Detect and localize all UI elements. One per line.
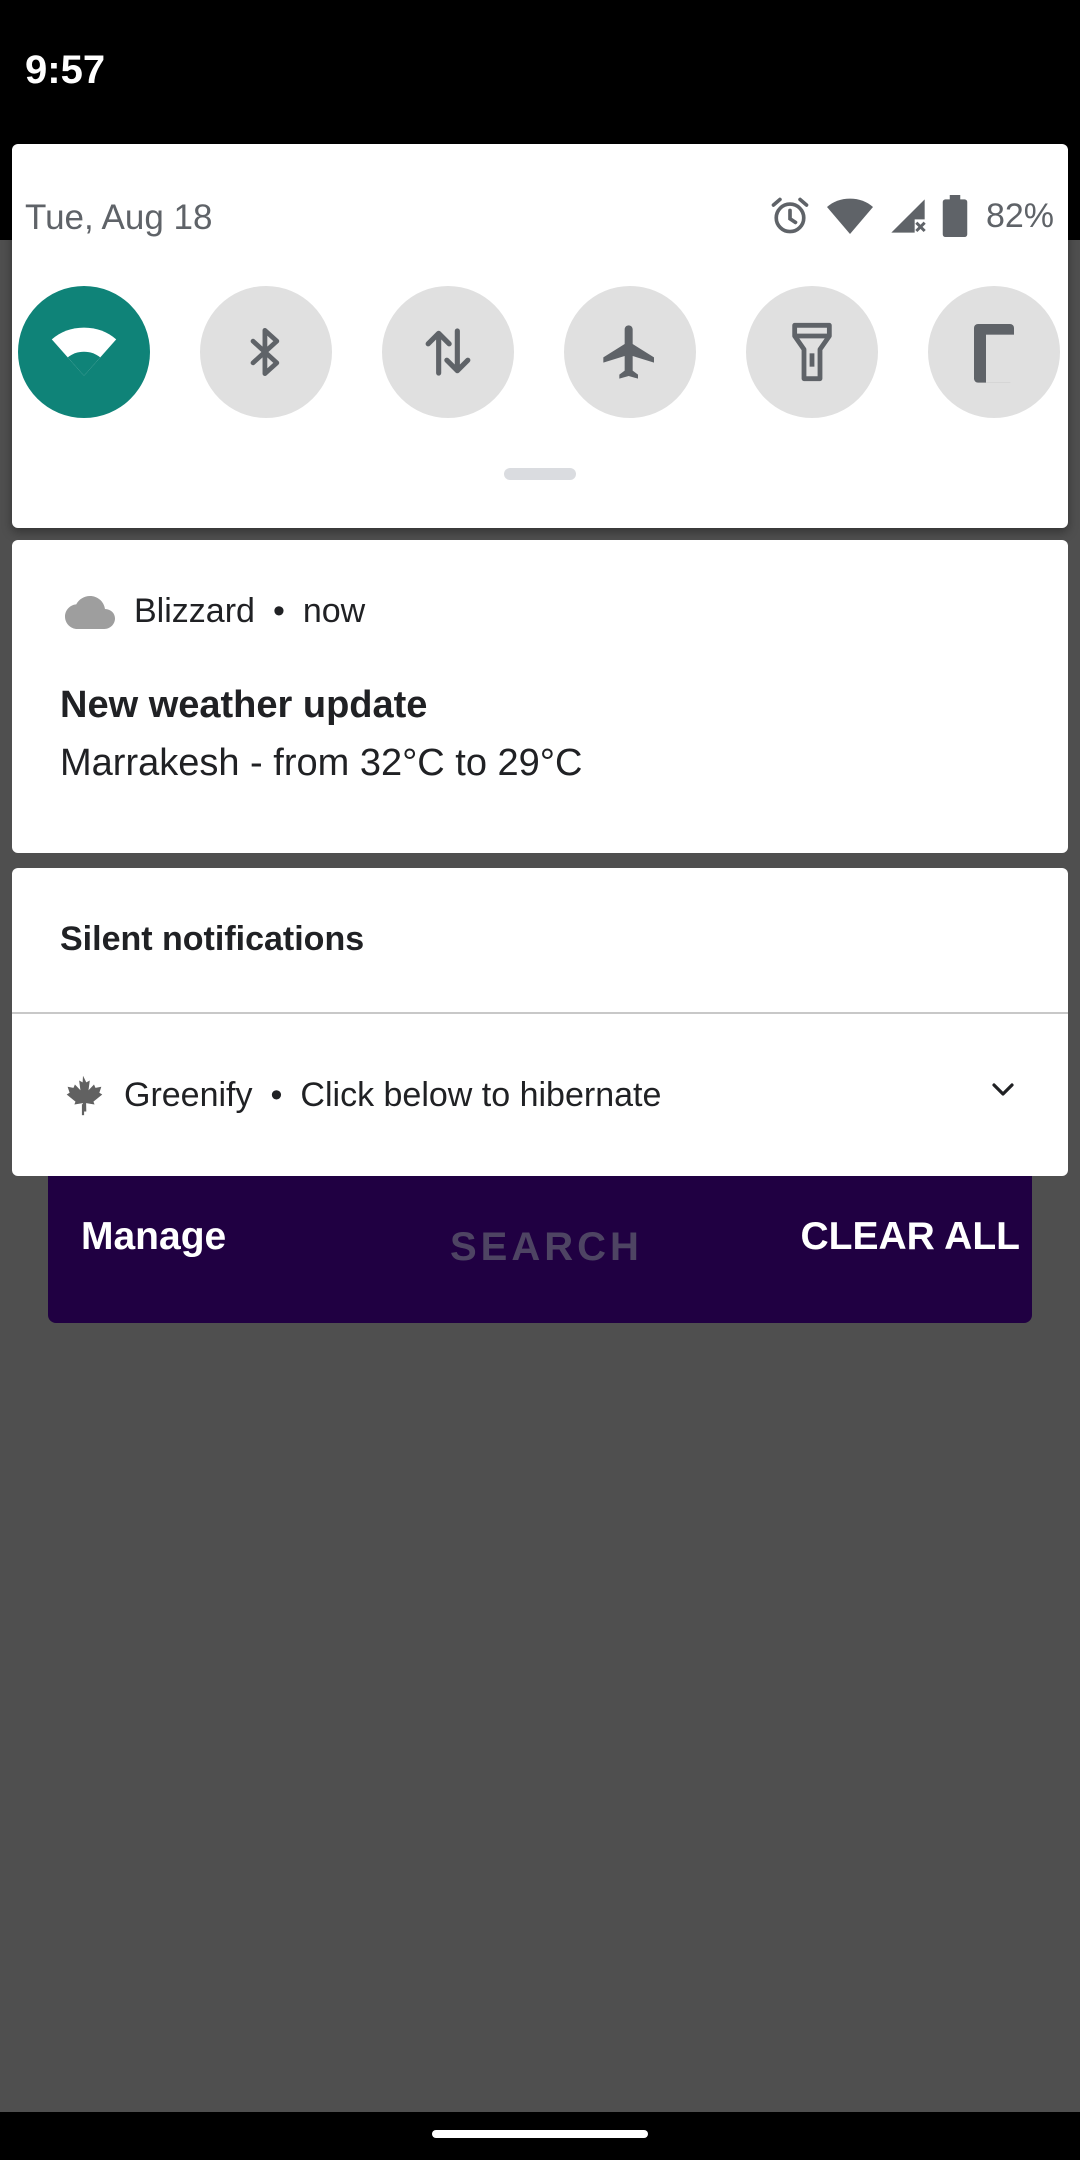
chevron-down-icon[interactable] bbox=[990, 1080, 1016, 1098]
cloud-icon bbox=[65, 595, 115, 629]
divider bbox=[12, 1012, 1068, 1014]
cell-signal-no-service-icon bbox=[891, 199, 926, 233]
battery-saver-icon bbox=[974, 324, 1014, 383]
background-app-toolbar: Manage SEARCH CLEAR ALL bbox=[48, 1175, 1032, 1323]
quick-settings-tiles bbox=[18, 286, 1068, 418]
date-label: Tue, Aug 18 bbox=[25, 198, 213, 237]
clear-all-button[interactable]: CLEAR ALL bbox=[800, 1215, 1020, 1259]
silent-notifications-header: Silent notifications bbox=[60, 920, 365, 958]
notification-header: Blizzard • now bbox=[60, 592, 365, 631]
wifi-icon bbox=[51, 327, 117, 376]
home-gesture-handle[interactable] bbox=[432, 2130, 648, 2138]
alarm-icon bbox=[771, 197, 809, 234]
quick-settings-panel: Tue, Aug 18 82% bbox=[12, 144, 1068, 528]
greenify-notification[interactable]: Greenify • Click below to hibernate bbox=[60, 1073, 661, 1117]
silent-notifications-section: Silent notifications Greenify • Click be… bbox=[12, 868, 1068, 1176]
app-name: Greenify bbox=[124, 1075, 253, 1114]
navigation-bar bbox=[0, 2112, 1080, 2160]
notification-time: now bbox=[302, 592, 366, 630]
flashlight-icon bbox=[792, 322, 832, 382]
flashlight-tile[interactable] bbox=[746, 286, 878, 418]
battery-saver-tile[interactable] bbox=[928, 286, 1060, 418]
notification-title: New weather update bbox=[60, 684, 428, 726]
system-status-icons: 82% bbox=[768, 192, 1054, 240]
app-name: Blizzard bbox=[134, 592, 255, 630]
status-time: 9:57 bbox=[25, 48, 106, 92]
wifi-signal-icon bbox=[826, 198, 873, 234]
data-arrows-icon bbox=[425, 328, 471, 376]
panel-drag-handle[interactable] bbox=[504, 468, 576, 480]
airplane-mode-tile[interactable] bbox=[564, 286, 696, 418]
search-button[interactable]: SEARCH bbox=[450, 1225, 643, 1270]
mobile-data-tile[interactable] bbox=[382, 286, 514, 418]
notification-body: Marrakesh - from 32°C to 29°C bbox=[60, 742, 583, 784]
separator-dot: • bbox=[272, 592, 285, 630]
wifi-tile[interactable] bbox=[18, 286, 150, 418]
manage-button[interactable]: Manage bbox=[81, 1215, 226, 1259]
notification-text: Click below to hibernate bbox=[300, 1075, 662, 1114]
separator-dot: • bbox=[270, 1075, 283, 1114]
bluetooth-tile[interactable] bbox=[200, 286, 332, 418]
airplane-icon bbox=[603, 325, 654, 379]
maple-leaf-icon bbox=[66, 1075, 103, 1116]
weather-notification[interactable]: Blizzard • now New weather update Marrak… bbox=[12, 540, 1068, 853]
battery-icon bbox=[942, 195, 968, 237]
battery-percentage: 82% bbox=[985, 196, 1054, 235]
bluetooth-icon bbox=[250, 327, 280, 377]
